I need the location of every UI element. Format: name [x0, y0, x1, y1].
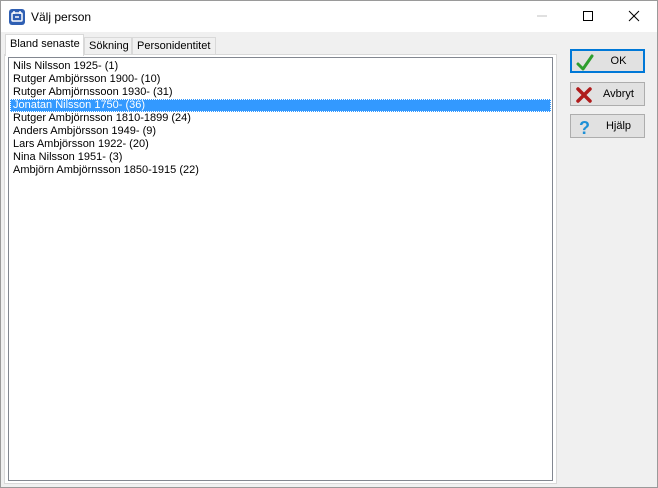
list-item[interactable]: Lars Ambjörsson 1922- (20)	[10, 138, 551, 151]
minimize-button[interactable]	[519, 1, 565, 32]
list-item[interactable]: Rutger Ambjörsson 1900- (10)	[10, 73, 551, 86]
list-item[interactable]: Nils Nilsson 1925- (1)	[10, 60, 551, 73]
title-bar[interactable]: Välj person	[1, 1, 657, 32]
person-list[interactable]: Nils Nilsson 1925- (1) Rutger Ambjörsson …	[8, 57, 553, 481]
help-button[interactable]: ? Hjälp	[570, 114, 645, 138]
maximize-button[interactable]	[565, 1, 611, 32]
help-label: Hjälp	[605, 120, 632, 132]
x-icon	[576, 87, 592, 103]
window-title: Välj person	[31, 10, 92, 24]
list-item[interactable]: Jonatan Nilsson 1750- (36)	[10, 99, 551, 112]
question-mark-icon: ?	[579, 118, 590, 136]
ok-label: OK	[610, 55, 627, 67]
cancel-button[interactable]: Avbryt	[570, 82, 645, 106]
app-logo-icon	[9, 9, 25, 25]
maximize-icon	[583, 11, 593, 21]
tab-sokning[interactable]: Sökning	[84, 37, 132, 54]
tab-personidentitet[interactable]: Personidentitet	[132, 37, 216, 54]
tab-bland-senaste[interactable]: Bland senaste	[5, 34, 84, 56]
close-icon	[628, 10, 640, 22]
tab-panel: Nils Nilsson 1925- (1) Rutger Ambjörsson …	[4, 54, 557, 484]
list-item[interactable]: Rutger Abmjörnssoon 1930- (31)	[10, 86, 551, 99]
list-item[interactable]: Anders Ambjörsson 1949- (9)	[10, 125, 551, 138]
cancel-label: Avbryt	[603, 88, 634, 100]
list-item[interactable]: Rutger Ambjörnsson 1810-1899 (24)	[10, 112, 551, 125]
list-item[interactable]: Ambjörn Ambjörnsson 1850-1915 (22)	[10, 164, 551, 177]
minimize-icon	[537, 15, 547, 17]
checkmark-icon	[576, 54, 594, 71]
list-item[interactable]: Nina Nilsson 1951- (3)	[10, 151, 551, 164]
ok-button[interactable]: OK	[570, 49, 645, 73]
svg-text:?: ?	[579, 118, 590, 136]
dialog-window: Välj person Bland senaste Sökning Person…	[0, 0, 658, 488]
close-button[interactable]	[611, 1, 657, 32]
